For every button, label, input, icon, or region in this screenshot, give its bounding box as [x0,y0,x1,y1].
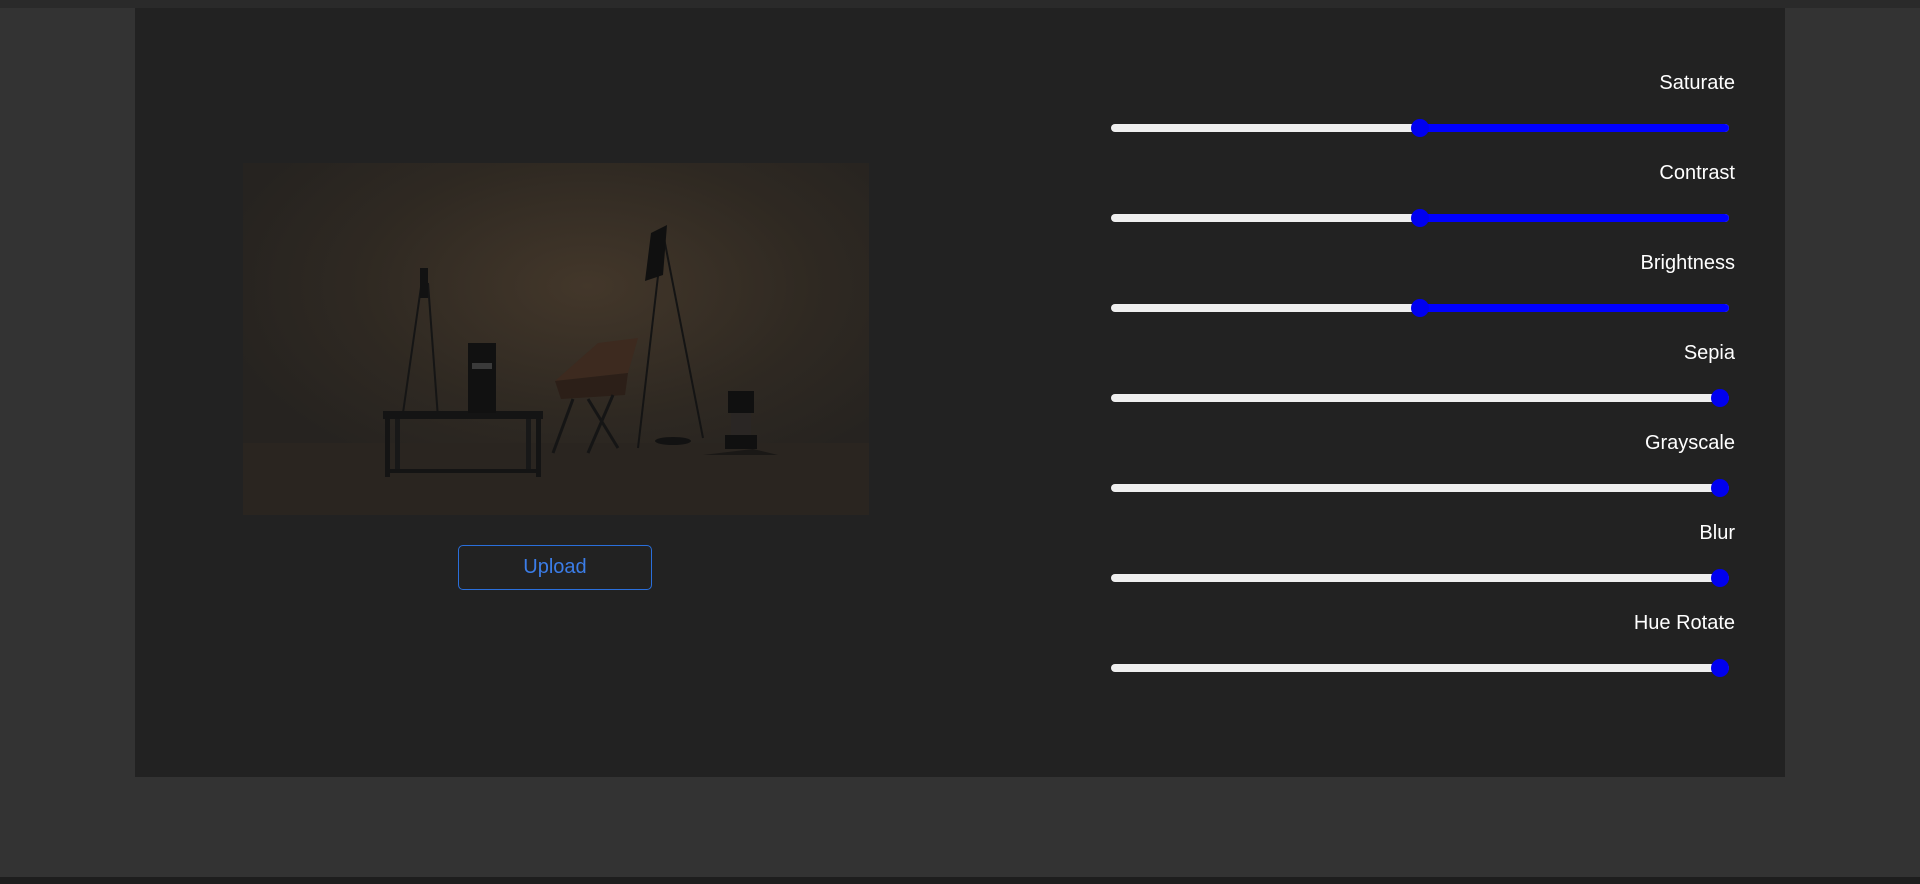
filter-control-sepia: Sepia [975,278,1765,407]
filter-control-brightness: Brightness [975,188,1765,317]
window-bottom-bar [0,877,1920,884]
slider-thumb[interactable] [1711,659,1729,677]
filter-control-contrast: Contrast [975,98,1765,227]
filter-label: Blur [1699,522,1735,544]
filter-control-grayscale: Grayscale [975,368,1765,497]
filter-label: Saturate [1659,72,1735,94]
filter-label: Brightness [1640,252,1736,274]
filter-control-blur: Blur [975,458,1765,587]
app-panel: Upload Saturate Contrast Brightness Sepia Gr… [135,8,1785,777]
filter-label: Contrast [1659,162,1735,184]
upload-button[interactable]: Upload [458,545,652,590]
slider-track [1111,664,1729,672]
filter-control-saturate: Saturate [975,8,1765,137]
photo-lamps-chair-icon [243,163,869,515]
filter-label: Hue Rotate [1633,612,1735,634]
preview-image [243,163,869,515]
filter-label: Sepia [1683,342,1735,364]
window-top-bar [0,0,1920,8]
filter-slider[interactable] [1111,659,1729,677]
filter-control-hue-rotate: Hue Rotate [975,548,1765,677]
filter-label: Grayscale [1644,432,1735,454]
